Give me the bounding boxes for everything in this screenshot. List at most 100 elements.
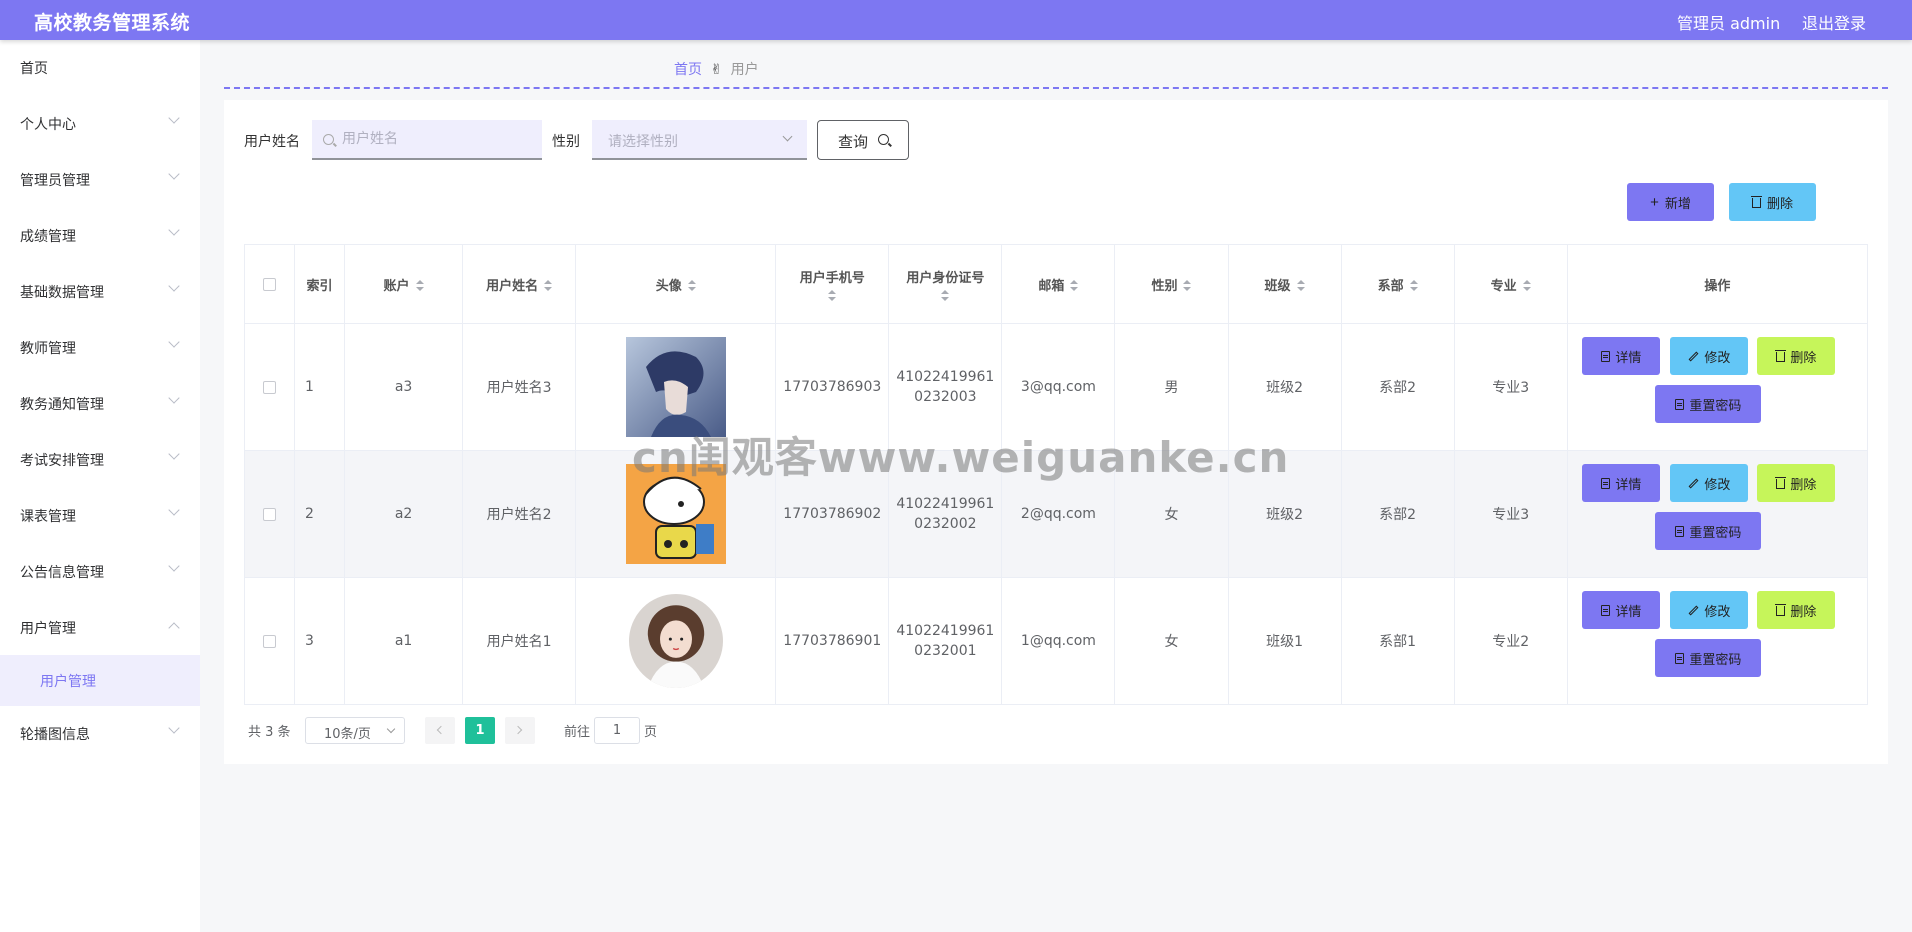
avatar-anime-boy-image[interactable] bbox=[625, 337, 726, 437]
column-header-phone[interactable]: 用户手机号 bbox=[775, 244, 890, 324]
batch-delete-button[interactable]: 删除 bbox=[1729, 183, 1816, 221]
cell-index: 2 bbox=[294, 450, 346, 578]
trash-icon bbox=[1775, 350, 1787, 362]
delete-button[interactable]: 删除 bbox=[1757, 337, 1836, 375]
row-checkbox[interactable] bbox=[263, 507, 276, 521]
column-header-email[interactable]: 邮箱 bbox=[1001, 244, 1116, 324]
column-header-id-number[interactable]: 用户身份证号 bbox=[888, 244, 1003, 324]
page-number-current[interactable]: 1 bbox=[465, 717, 495, 744]
sidebar-item-teacher-management[interactable]: 教师管理 bbox=[0, 320, 200, 376]
sidebar-item-label: 首页 bbox=[20, 61, 48, 77]
edit-button[interactable]: 修改 bbox=[1670, 337, 1749, 375]
watermark: cn闺观客www.weiguanke.cn bbox=[632, 433, 1290, 482]
column-header-index: 索引 bbox=[294, 244, 346, 324]
edit-icon bbox=[1688, 478, 1699, 488]
cell-avatar bbox=[575, 577, 777, 705]
sidebar-item-basic-data[interactable]: 基础数据管理 bbox=[0, 264, 200, 320]
detail-button[interactable]: 详情 bbox=[1582, 591, 1661, 629]
divider bbox=[224, 87, 1888, 89]
logout-button[interactable]: 退出登录 bbox=[1802, 10, 1866, 34]
trash-icon bbox=[1775, 604, 1787, 616]
cell-email: 1@qq.com bbox=[1001, 577, 1116, 705]
query-button-label: 查询 bbox=[838, 133, 869, 151]
pagination-total: 共 3 条 bbox=[248, 725, 291, 740]
sort-icon[interactable] bbox=[941, 289, 950, 302]
sort-icon[interactable] bbox=[1070, 280, 1079, 292]
reset-password-button[interactable]: 重置密码 bbox=[1655, 512, 1762, 550]
query-button[interactable]: 查询 bbox=[817, 120, 909, 160]
document-icon bbox=[1675, 652, 1685, 664]
sidebar-subitem-user-management[interactable]: 用户管理 bbox=[0, 655, 200, 706]
edit-button[interactable]: 修改 bbox=[1670, 464, 1749, 502]
avatar-illustrated-girl-image[interactable] bbox=[628, 594, 723, 688]
row-checkbox[interactable] bbox=[263, 634, 276, 648]
cell-name: 用户姓名1 bbox=[462, 577, 577, 705]
gender-select[interactable]: 请选择性别 bbox=[592, 120, 807, 160]
batch-delete-label: 删除 bbox=[1766, 195, 1793, 211]
column-header-name[interactable]: 用户姓名 bbox=[462, 244, 577, 324]
sidebar-subitem-label: 用户管理 bbox=[40, 674, 96, 690]
sidebar-item-home[interactable]: 首页 bbox=[0, 40, 200, 96]
detail-button[interactable]: 详情 bbox=[1582, 464, 1661, 502]
select-all-cell bbox=[243, 244, 296, 324]
document-icon bbox=[1601, 350, 1611, 362]
column-header-dept[interactable]: 系部 bbox=[1340, 244, 1455, 324]
add-button-label: 新增 bbox=[1664, 195, 1691, 211]
sort-icon[interactable] bbox=[544, 280, 553, 292]
admin-label: 管理员 admin bbox=[1677, 14, 1781, 33]
edit-button[interactable]: 修改 bbox=[1670, 591, 1749, 629]
app-title: 高校教务管理系统 bbox=[34, 12, 191, 34]
reset-password-button[interactable]: 重置密码 bbox=[1655, 639, 1762, 677]
delete-button[interactable]: 删除 bbox=[1757, 591, 1836, 629]
select-all-checkbox[interactable] bbox=[263, 277, 276, 291]
column-header-account[interactable]: 账户 bbox=[344, 244, 464, 324]
sidebar-item-grade-management[interactable]: 成绩管理 bbox=[0, 208, 200, 264]
column-header-class[interactable]: 班级 bbox=[1227, 244, 1342, 324]
column-header-major[interactable]: 专业 bbox=[1453, 244, 1568, 324]
sidebar-item-label: 教务通知管理 bbox=[20, 397, 104, 413]
column-header-avatar[interactable]: 头像 bbox=[575, 244, 777, 324]
sort-icon[interactable] bbox=[415, 280, 424, 292]
sidebar-item-personal-center[interactable]: 个人中心 bbox=[0, 96, 200, 152]
cell-account: a1 bbox=[344, 577, 464, 705]
top-navbar: 高校教务管理系统 管理员 admin 退出登录 bbox=[0, 0, 1912, 40]
sidebar-item-announcement[interactable]: 公告信息管理 bbox=[0, 544, 200, 600]
sort-icon[interactable] bbox=[1183, 280, 1192, 292]
sidebar-item-carousel[interactable]: 轮播图信息 bbox=[0, 706, 200, 762]
sidebar-item-exam-schedule[interactable]: 考试安排管理 bbox=[0, 432, 200, 488]
table-row: 3 a1 用户姓名1 17703786901 41022419961 023200… bbox=[243, 577, 1869, 705]
row-checkbox[interactable] bbox=[263, 380, 276, 394]
sort-icon[interactable] bbox=[1409, 280, 1418, 292]
chevron-down-icon bbox=[782, 131, 793, 142]
edit-icon bbox=[1688, 351, 1699, 361]
cell-dept: 系部2 bbox=[1340, 450, 1455, 578]
delete-button[interactable]: 删除 bbox=[1757, 464, 1836, 502]
breadcrumb-home[interactable]: 首页 bbox=[674, 62, 702, 78]
add-button[interactable]: + 新增 bbox=[1627, 183, 1714, 221]
page-size-select[interactable]: 10条/页 bbox=[305, 717, 405, 744]
sidebar-item-label: 成绩管理 bbox=[20, 229, 76, 245]
sort-icon[interactable] bbox=[687, 280, 696, 292]
cell-dept: 系部2 bbox=[1340, 323, 1455, 451]
breadcrumb-current: 用户 bbox=[730, 62, 759, 78]
sidebar-item-admin-management[interactable]: 管理员管理 bbox=[0, 152, 200, 208]
sort-icon[interactable] bbox=[1522, 280, 1531, 292]
sort-icon[interactable] bbox=[1296, 280, 1305, 292]
prev-page-button[interactable] bbox=[425, 717, 455, 744]
chevron-left-icon bbox=[436, 725, 446, 735]
sidebar-item-user-management[interactable]: 用户管理 bbox=[0, 600, 200, 656]
detail-button[interactable]: 详情 bbox=[1582, 337, 1661, 375]
sidebar-item-notice-management[interactable]: 教务通知管理 bbox=[0, 376, 200, 432]
cell-account: a3 bbox=[344, 323, 464, 451]
reset-password-button[interactable]: 重置密码 bbox=[1655, 385, 1762, 423]
name-search-input[interactable] bbox=[312, 120, 542, 160]
sidebar-item-timetable[interactable]: 课表管理 bbox=[0, 488, 200, 544]
page-size-value: 10条/页 bbox=[324, 727, 371, 742]
table-header-row: 索引 账户 用户姓名 头像 用户手机号 用户身份证号 邮箱 性别 班级 系部 专… bbox=[243, 244, 1869, 324]
column-header-gender[interactable]: 性别 bbox=[1114, 244, 1229, 324]
next-page-button[interactable] bbox=[505, 717, 535, 744]
sort-icon[interactable] bbox=[828, 289, 837, 302]
document-icon bbox=[1601, 477, 1611, 489]
goto-page-input[interactable] bbox=[594, 717, 640, 744]
search-icon bbox=[878, 134, 889, 145]
